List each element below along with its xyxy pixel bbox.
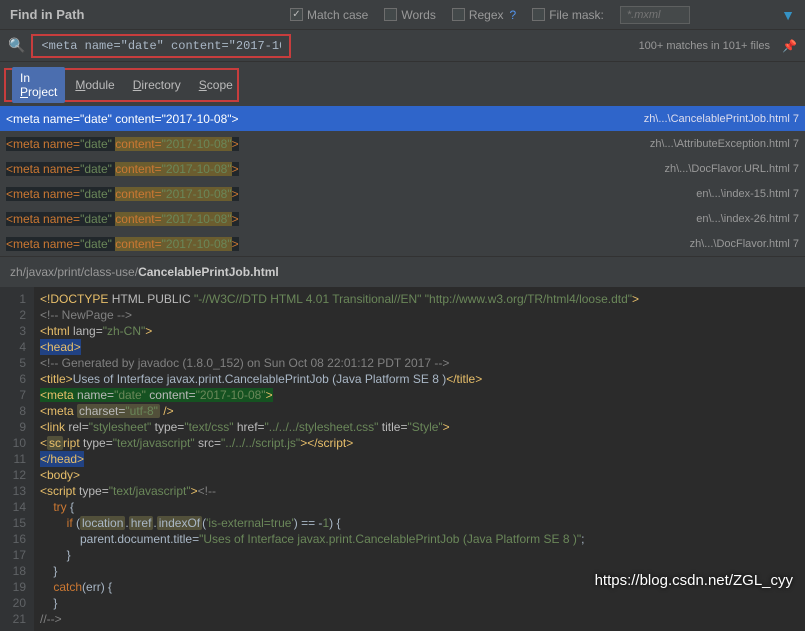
result-path: en\...\index-26.html 7 bbox=[696, 213, 799, 225]
result-row[interactable]: <meta name="date" content="2017-10-08">e… bbox=[0, 206, 805, 231]
words-label: Words bbox=[401, 8, 435, 22]
result-path: zh\...\DocFlavor.URL.html 7 bbox=[665, 163, 800, 175]
search-icon: 🔍 bbox=[8, 37, 25, 54]
filemask-checkbox[interactable]: File mask: bbox=[532, 8, 604, 22]
line-gutter: 123456789101112131415161718192021 bbox=[0, 287, 34, 631]
watermark: https://blog.csdn.net/ZGL_cyy bbox=[595, 572, 793, 589]
pin-icon[interactable]: 📌 bbox=[782, 39, 797, 53]
result-row[interactable]: <meta name="date" content="2017-10-08">z… bbox=[0, 106, 805, 131]
tab-module[interactable]: Module bbox=[67, 74, 122, 96]
preview-path: zh/javax/print/class-use/CancelablePrint… bbox=[0, 256, 805, 287]
regex-label: Regex bbox=[469, 8, 504, 22]
regex-help-icon[interactable]: ? bbox=[510, 8, 517, 22]
result-path: zh\...\CancelablePrintJob.html 7 bbox=[644, 113, 799, 125]
match-count: 100+ matches in 101+ files bbox=[639, 40, 770, 52]
result-path: en\...\index-15.html 7 bbox=[696, 188, 799, 200]
tab-scope[interactable]: Scope bbox=[191, 74, 241, 96]
filemask-label: File mask: bbox=[549, 8, 604, 22]
match-case-label: Match case bbox=[307, 8, 368, 22]
result-path: zh\...\DocFlavor.html 7 bbox=[690, 238, 799, 250]
result-row[interactable]: <meta name="date" content="2017-10-08">z… bbox=[0, 131, 805, 156]
filemask-input[interactable] bbox=[620, 6, 690, 24]
scope-tabs: In Project Module Directory Scope bbox=[4, 68, 239, 102]
search-input[interactable] bbox=[31, 34, 291, 58]
result-row[interactable]: <meta name="date" content="2017-10-08">z… bbox=[0, 156, 805, 181]
filter-icon[interactable]: ▼ bbox=[781, 7, 795, 23]
tab-directory[interactable]: Directory bbox=[125, 74, 189, 96]
regex-checkbox[interactable]: Regex? bbox=[452, 8, 516, 22]
match-case-checkbox[interactable]: Match case bbox=[290, 8, 368, 22]
result-row[interactable]: <meta name="date" content="2017-10-08">z… bbox=[0, 231, 805, 256]
words-checkbox[interactable]: Words bbox=[384, 8, 435, 22]
results-list: <meta name="date" content="2017-10-08">z… bbox=[0, 106, 805, 256]
dialog-title: Find in Path bbox=[10, 7, 290, 22]
result-path: zh\...\AttributeException.html 7 bbox=[650, 138, 799, 150]
tab-in-project[interactable]: In Project bbox=[12, 67, 65, 103]
result-row[interactable]: <meta name="date" content="2017-10-08">e… bbox=[0, 181, 805, 206]
